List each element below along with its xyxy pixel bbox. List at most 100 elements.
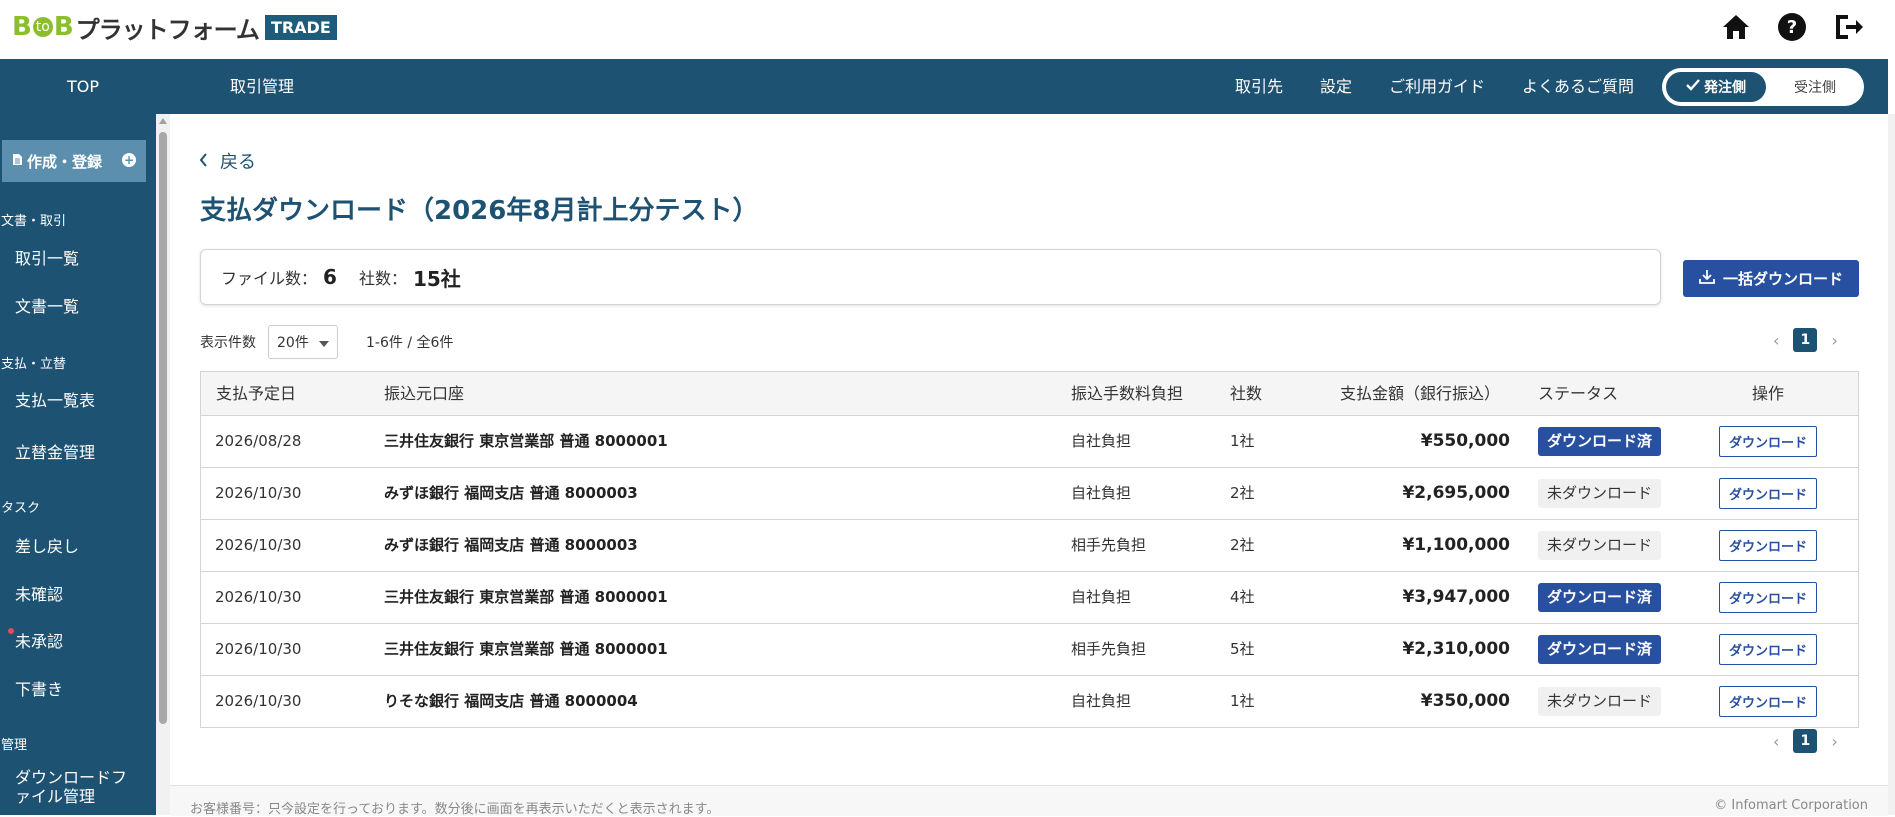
table-body: 2026/08/28 三井住友銀行 東京営業部 普通 8000001 自社負担 1社 ¥… bbox=[201, 416, 1858, 727]
table-row: 2026/10/30 三井住友銀行 東京営業部 普通 8000001 相手先負担 5社… bbox=[201, 624, 1858, 676]
sidebar-item-unapproved[interactable]: 未承認 bbox=[15, 628, 63, 652]
cell-amount: ¥2,310,000 bbox=[1402, 639, 1510, 659]
cell-account: 三井住友銀行 東京営業部 普通 8000001 bbox=[384, 432, 668, 450]
col-header-fee: 振込手数料負担 bbox=[1071, 384, 1184, 403]
prev-page-icon[interactable]: ‹ bbox=[1773, 331, 1779, 350]
sidebar-scrollbar[interactable] bbox=[156, 114, 170, 815]
cell-amount: ¥3,947,000 bbox=[1402, 587, 1510, 607]
help-icon[interactable]: ? bbox=[1775, 10, 1809, 44]
nav-top[interactable]: TOP bbox=[67, 59, 99, 114]
summary-card: ファイル数： 6 社数： 15社 bbox=[200, 249, 1661, 305]
table-row: 2026/08/28 三井住友銀行 東京営業部 普通 8000001 自社負担 1社 ¥… bbox=[201, 416, 1858, 468]
col-header-companies: 社数 bbox=[1230, 384, 1263, 403]
col-header-status: ステータス bbox=[1538, 384, 1619, 403]
top-nav: TOP 取引管理 取引先 設定 ご利用ガイド よくあるご質問 発注側 受注側 bbox=[0, 59, 1888, 114]
scroll-up-arrow-icon[interactable] bbox=[159, 118, 167, 124]
page-scrollbar[interactable] bbox=[1888, 114, 1895, 815]
home-icon[interactable] bbox=[1719, 10, 1753, 44]
download-button[interactable]: ダウンロード bbox=[1719, 582, 1817, 613]
sidebar-item-returned[interactable]: 差し戻し bbox=[15, 533, 79, 557]
page-number-current[interactable]: 1 bbox=[1793, 729, 1818, 753]
cell-companies: 4社 bbox=[1230, 588, 1255, 606]
sidebar-item-download-files[interactable]: ダウンロードフ ァイル管理 bbox=[15, 768, 127, 806]
table-header: 支払予定日 振込元口座 振込手数料負担 社数 支払金額（銀行振込） ステータス … bbox=[201, 372, 1858, 416]
sidebar-item-unconfirmed[interactable]: 未確認 bbox=[15, 581, 63, 605]
col-header-date: 支払予定日 bbox=[216, 384, 297, 403]
per-page-select[interactable]: 20件 bbox=[268, 325, 338, 359]
document-icon bbox=[12, 152, 23, 170]
table-row: 2026/10/30 みずほ銀行 福岡支店 普通 8000003 相手先負担 2社 ¥1… bbox=[201, 520, 1858, 572]
cell-account: 三井住友銀行 東京営業部 普通 8000001 bbox=[384, 588, 668, 606]
scrollbar-thumb[interactable] bbox=[159, 132, 167, 724]
section-tasks: タスク bbox=[1, 501, 41, 516]
col-header-amount: 支払金額（銀行振込） bbox=[1340, 384, 1501, 403]
download-button[interactable]: ダウンロード bbox=[1719, 686, 1817, 717]
download-button[interactable]: ダウンロード bbox=[1719, 478, 1817, 509]
section-management: 管理 bbox=[1, 738, 28, 753]
caret-down-icon bbox=[319, 341, 329, 347]
toggle-receiver[interactable]: 受注側 bbox=[1770, 72, 1860, 102]
col-header-account: 振込元口座 bbox=[384, 384, 465, 403]
sidebar-item-draft[interactable]: 下書き bbox=[15, 676, 63, 700]
page-number-current[interactable]: 1 bbox=[1793, 328, 1818, 352]
cell-companies: 1社 bbox=[1230, 692, 1255, 710]
nav-partners[interactable]: 取引先 bbox=[1235, 59, 1283, 114]
cell-companies: 1社 bbox=[1230, 432, 1255, 450]
cell-account: みずほ銀行 福岡支店 普通 8000003 bbox=[384, 536, 638, 554]
page-title: 支払ダウンロード（2026年8月計上分テスト） bbox=[200, 196, 759, 226]
create-register-label: 作成・登録 bbox=[27, 152, 103, 171]
cell-account: 三井住友銀行 東京営業部 普通 8000001 bbox=[384, 640, 668, 658]
create-register-button[interactable]: 作成・登録 + bbox=[2, 140, 146, 182]
role-toggle[interactable]: 発注側 受注側 bbox=[1662, 68, 1864, 106]
next-page-icon[interactable]: › bbox=[1831, 732, 1837, 751]
sidebar-item-doc-list[interactable]: 文書一覧 bbox=[15, 293, 79, 317]
download-button[interactable]: ダウンロード bbox=[1719, 426, 1817, 457]
logout-icon[interactable] bbox=[1831, 10, 1865, 44]
nav-trade-management[interactable]: 取引管理 bbox=[230, 59, 294, 114]
toggle-orderer-label: 発注側 bbox=[1704, 80, 1746, 96]
download-icon bbox=[1699, 269, 1715, 289]
col-header-action: 操作 bbox=[1752, 384, 1785, 403]
cell-account: みずほ銀行 福岡支店 普通 8000003 bbox=[384, 484, 638, 502]
footer-copyright: © Infomart Corporation bbox=[1714, 798, 1868, 813]
toggle-orderer[interactable]: 発注側 bbox=[1666, 72, 1766, 102]
pagination-top: ‹ 1 › bbox=[1773, 328, 1838, 352]
back-link[interactable]: 戻る bbox=[199, 148, 256, 174]
pagination-bottom: ‹ 1 › bbox=[1773, 729, 1838, 753]
sidebar-item-trade-list[interactable]: 取引一覧 bbox=[15, 245, 79, 269]
check-icon bbox=[1686, 79, 1700, 95]
bulk-download-button[interactable]: 一括ダウンロード bbox=[1683, 260, 1859, 297]
download-button[interactable]: ダウンロード bbox=[1719, 634, 1817, 665]
nav-faq[interactable]: よくあるご質問 bbox=[1522, 59, 1634, 114]
sidebar-item-advance-management[interactable]: 立替金管理 bbox=[15, 439, 95, 463]
cell-date: 2026/10/30 bbox=[215, 588, 302, 606]
cell-date: 2026/10/30 bbox=[215, 640, 302, 658]
prev-page-icon[interactable]: ‹ bbox=[1773, 732, 1779, 751]
cell-fee: 自社負担 bbox=[1071, 588, 1132, 606]
company-count-value: 15社 bbox=[412, 266, 461, 291]
section-payment-advance: 支払・立替 bbox=[1, 357, 67, 372]
next-page-icon[interactable]: › bbox=[1831, 331, 1837, 350]
download-button[interactable]: ダウンロード bbox=[1719, 530, 1817, 561]
nav-guide[interactable]: ご利用ガイド bbox=[1389, 59, 1485, 114]
logo-b2: B bbox=[53, 12, 74, 42]
back-label: 戻る bbox=[220, 152, 256, 173]
nav-settings[interactable]: 設定 bbox=[1320, 59, 1352, 114]
logo-to: to bbox=[32, 17, 53, 37]
company-count-label: 社数： bbox=[358, 269, 407, 288]
sidebar-item-payment-list[interactable]: 支払一覧表 bbox=[15, 387, 95, 411]
cell-fee: 自社負担 bbox=[1071, 692, 1132, 710]
app-header: B to B プラットフォーム TRADE ? bbox=[0, 0, 1895, 59]
status-badge: 未ダウンロード bbox=[1538, 531, 1662, 560]
cell-companies: 2社 bbox=[1230, 484, 1255, 502]
brand-logo[interactable]: B to B プラットフォーム TRADE bbox=[12, 12, 337, 44]
result-range: 1-6件 / 全6件 bbox=[366, 335, 454, 351]
logo-b1: B bbox=[12, 12, 32, 42]
logo-trade-badge: TRADE bbox=[264, 14, 337, 40]
cell-date: 2026/10/30 bbox=[215, 692, 302, 710]
status-badge: ダウンロード済 bbox=[1538, 583, 1662, 612]
plus-circle-icon: + bbox=[122, 153, 136, 167]
footer-notice: お客様番号：只今設定を行っております。数分後に画面を再表示いただくと表示されます… bbox=[190, 802, 720, 817]
cell-companies: 5社 bbox=[1230, 640, 1255, 658]
file-count-value: 6 bbox=[323, 265, 337, 289]
